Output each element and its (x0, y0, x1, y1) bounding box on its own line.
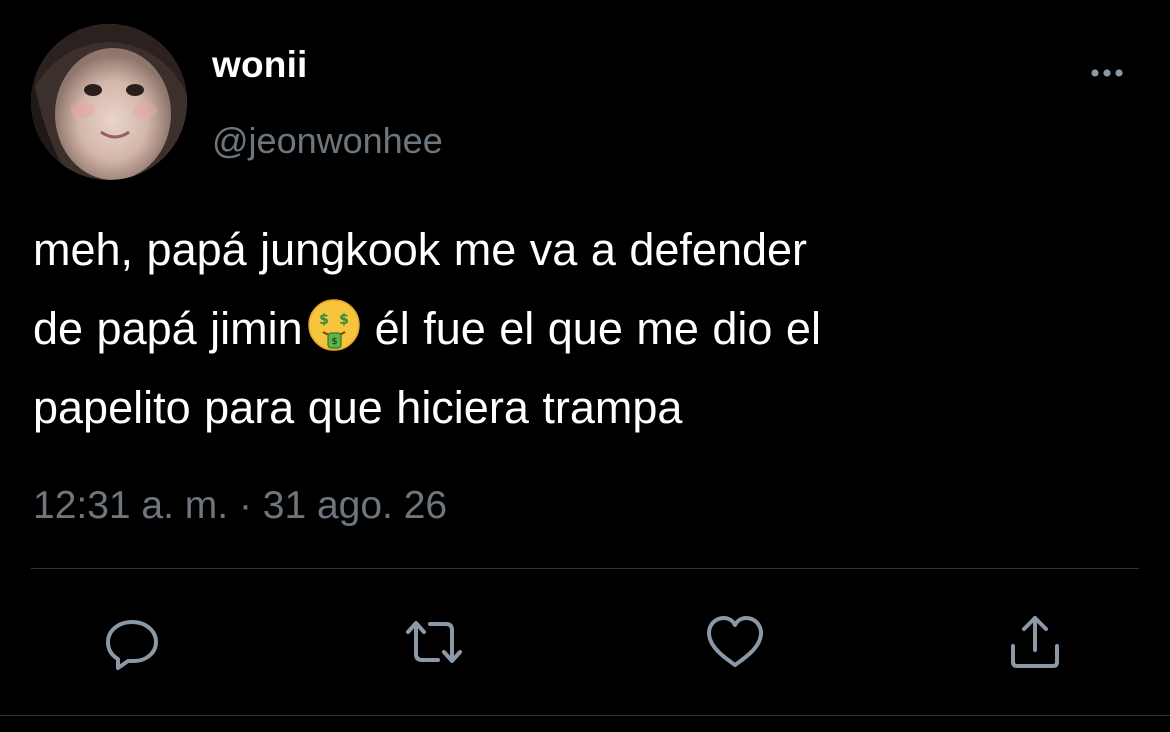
retweet-icon[interactable] (402, 610, 466, 674)
reply-icon[interactable] (100, 610, 164, 674)
tweet-text-segment: de papá jimin (33, 303, 303, 354)
tweet-text: meh, papá jungkook me va a defender de p… (33, 210, 1143, 447)
user-handle[interactable]: @jeonwonhee (212, 120, 443, 162)
like-icon[interactable] (703, 610, 767, 674)
display-name[interactable]: wonii (212, 44, 308, 86)
tweet-text-line: de papá jimin $ $ $ él fue el que me dio… (33, 289, 1143, 368)
share-icon[interactable] (1003, 610, 1067, 674)
tweet-detail: wonii @jeonwonhee meh, papá jungkook me … (0, 0, 1170, 732)
tweet-text-line: papelito para que hiciera trampa (33, 382, 683, 433)
money-mouth-face-icon: $ $ $ (307, 297, 361, 351)
divider (31, 568, 1139, 569)
tweet-text-segment: él fue el que me dio el (374, 303, 821, 354)
more-horizontal-icon[interactable] (1084, 60, 1130, 86)
svg-text:$: $ (331, 337, 337, 347)
divider (0, 715, 1170, 716)
tweet-text-line: meh, papá jungkook me va a defender (33, 224, 808, 275)
svg-text:$: $ (319, 312, 329, 328)
avatar[interactable] (31, 24, 187, 180)
svg-text:$: $ (339, 312, 349, 328)
tweet-timestamp[interactable]: 12:31 a. m. · 31 ago. 26 (33, 484, 447, 528)
avatar-photo (31, 24, 187, 180)
